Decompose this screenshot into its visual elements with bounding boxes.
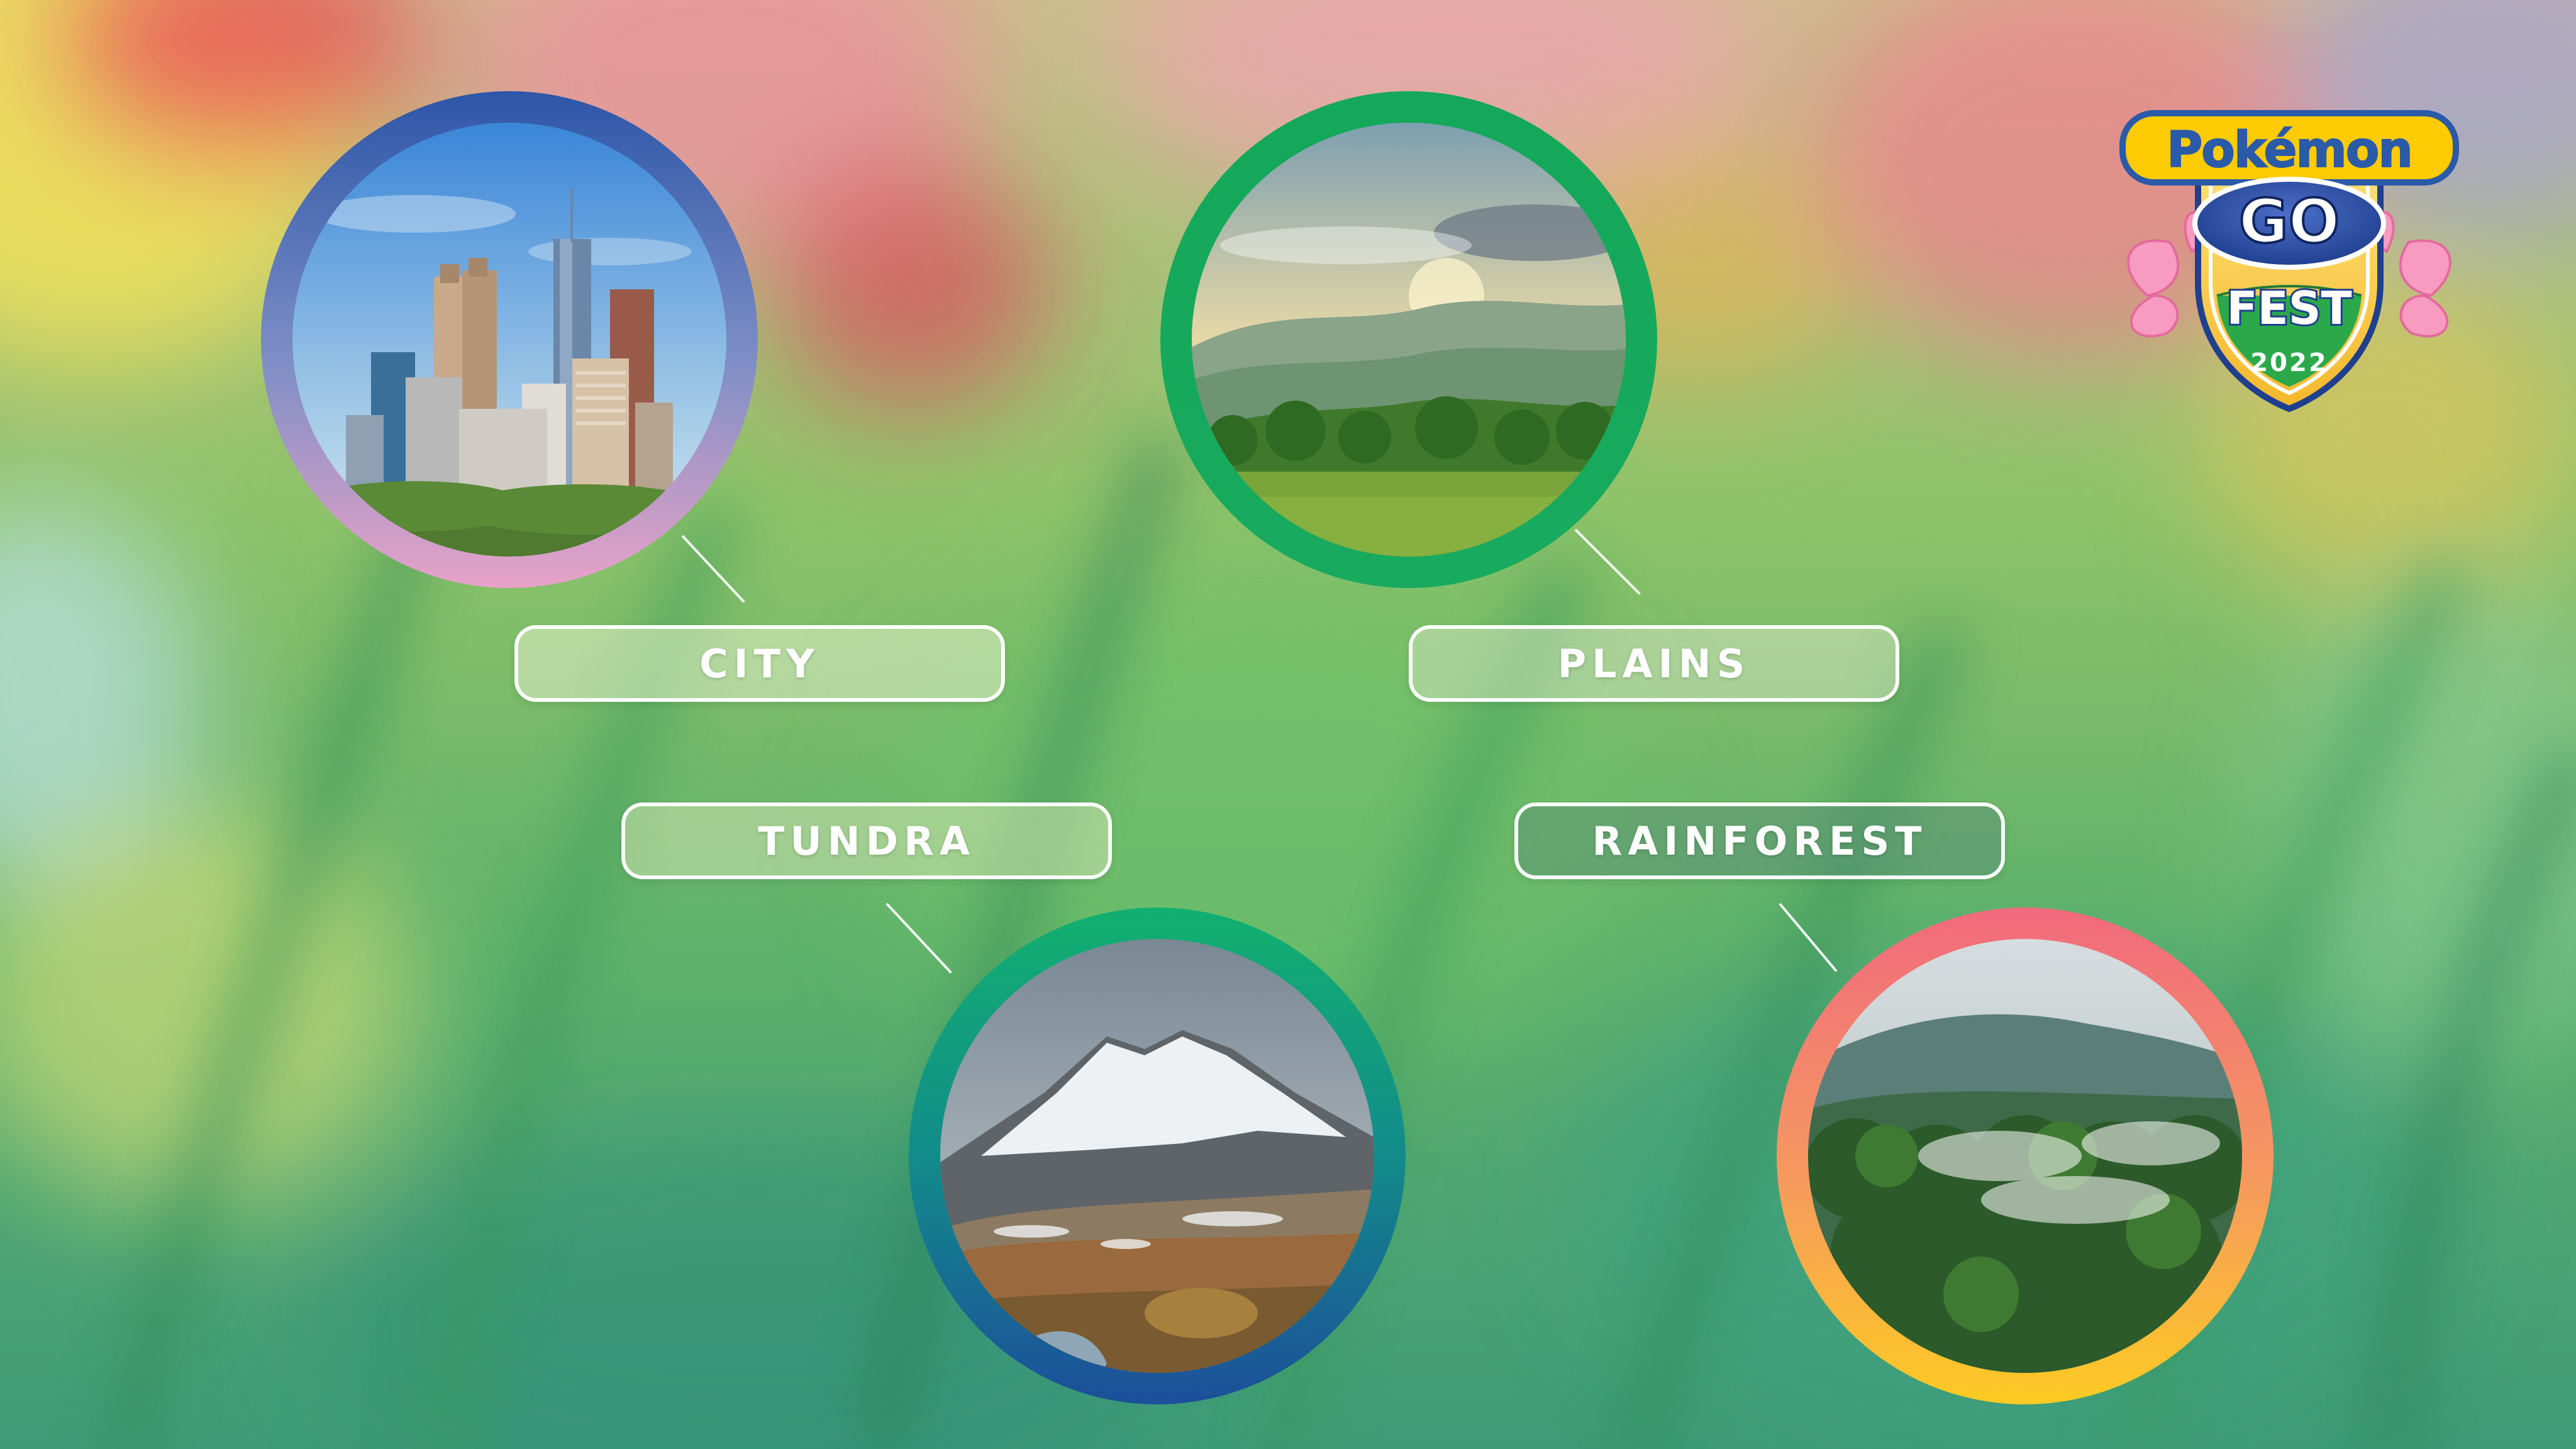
plains-label: PLAINS [1557,640,1751,687]
go-mark: GO [2192,177,2386,270]
tundra-label: TUNDRA [758,818,975,864]
year-label: 2022 [2250,348,2328,377]
tundra-habitat-ring [906,904,1409,1407]
rainforest-habitat-ring [1774,904,2277,1407]
rainforest-label: RAINFOREST [1592,818,1928,864]
rainforest-label-pill[interactable]: RAINFOREST [1514,802,2005,879]
plains-habitat-ring [1157,88,1660,591]
city-label-pill[interactable]: CITY [514,625,1005,702]
plains-label-pill[interactable]: PLAINS [1409,625,1899,702]
fest-wordmark: FEST [2226,282,2351,335]
event-logo: Pokémon GO FEST 2022 [2110,107,2468,428]
brand-wordmark: Pokémon [2167,122,2412,179]
city-label: CITY [699,640,820,687]
tundra-label-pill[interactable]: TUNDRA [621,802,1112,879]
city-habitat-ring [258,88,761,591]
go-wordmark: GO [2239,186,2340,257]
